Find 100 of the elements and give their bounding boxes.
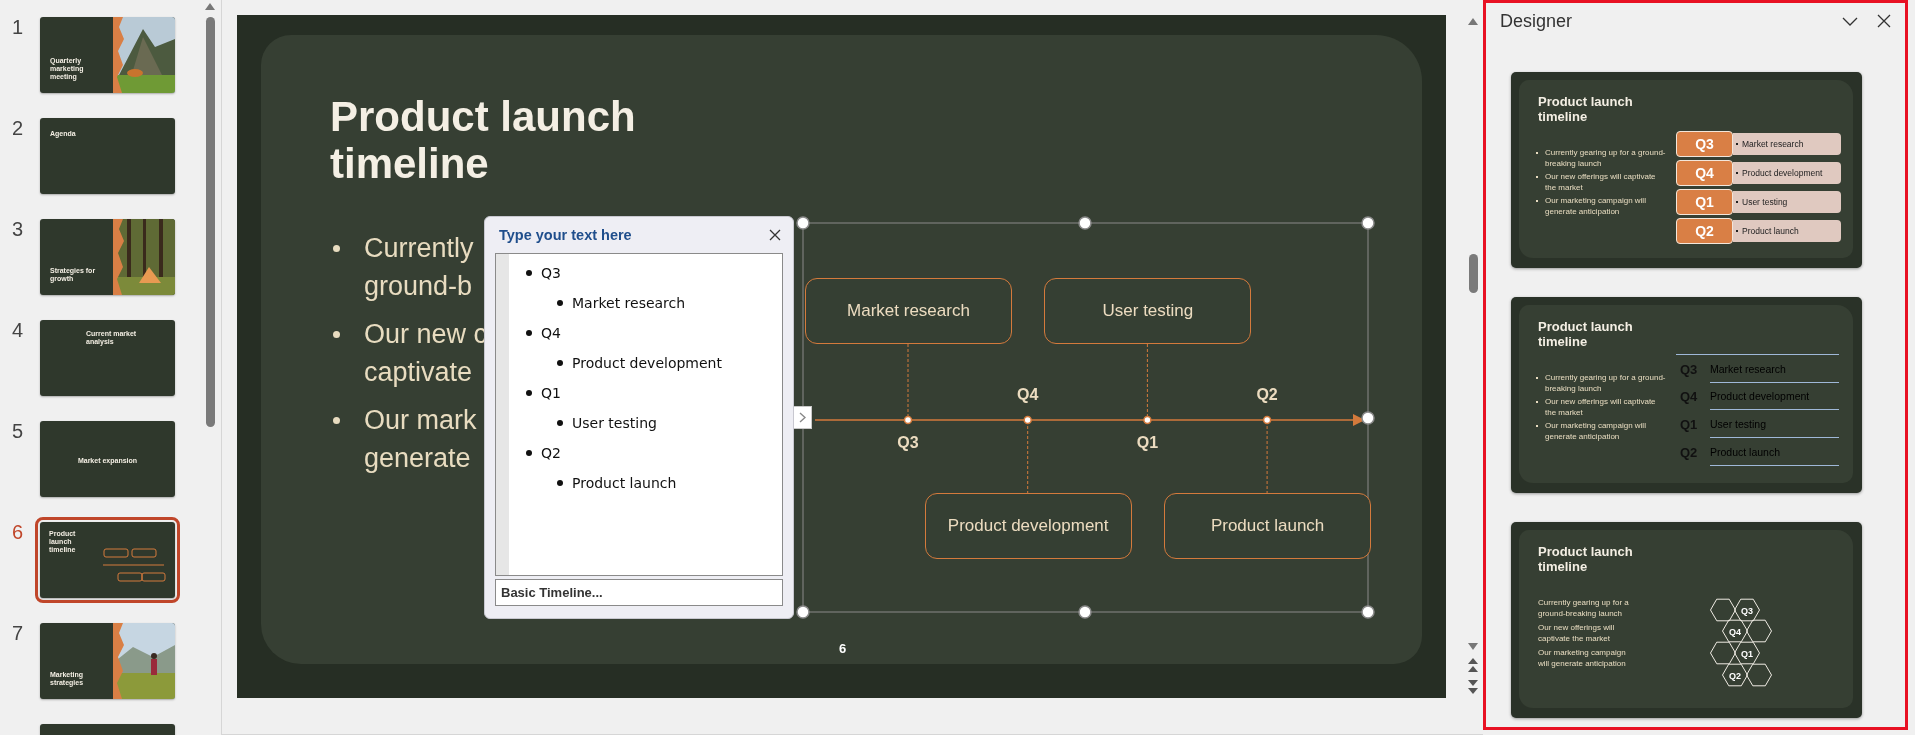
outline-text: Product launch (572, 475, 677, 491)
bullet-text: Our marketing campaign will generate anticipation (1545, 196, 1647, 217)
bullet-text: captivate (364, 356, 474, 389)
bullet-icon (333, 417, 340, 424)
slide-title: Product launch timeline (1538, 544, 1634, 574)
bullet-text: Our new offerings will captivate the market (1545, 172, 1657, 193)
resize-handle[interactable] (796, 216, 810, 230)
page-number: 6 (839, 641, 847, 656)
hexagon-shape (1734, 598, 1760, 622)
pane-title: Type your text here (499, 227, 632, 243)
bullet-icon (557, 360, 563, 366)
bullet-icon (557, 300, 563, 306)
previous-slide-icon (1467, 657, 1479, 673)
milestone-label: Q1 (1135, 433, 1160, 453)
bullet-icon (526, 390, 532, 396)
close-icon (1875, 12, 1893, 30)
slide-title: Product launch timeline (1538, 94, 1634, 124)
timeline-box: Market research (805, 278, 1012, 344)
resize-handle[interactable] (1078, 216, 1092, 230)
outline-text: Q4 (541, 325, 561, 341)
milestone-label: Q2 (1255, 385, 1279, 405)
timeline-box: User testing (1044, 278, 1252, 344)
outline-text: Q3 (541, 265, 561, 281)
slide-number: 1 (11, 17, 25, 37)
resize-handle[interactable] (1361, 411, 1375, 425)
milestone-dot (903, 415, 913, 425)
scroll-up-icon (1467, 17, 1479, 26)
bullet-text: Our marketing campaign will generate anticipation (1538, 648, 1627, 669)
quarter-label: Q2 (1676, 218, 1733, 244)
quarter-label: Q4 (1729, 626, 1741, 637)
bullet-text: Our new offerings will captivate the market (1538, 623, 1616, 644)
milestone-text: Product launch (1742, 226, 1799, 236)
hexagon-shape (1710, 641, 1736, 665)
chevron-right-icon (799, 412, 806, 423)
quarter-label: Q1 (1741, 648, 1753, 659)
bullet-text: Our marketing campaign will generate anticipation (1545, 421, 1647, 442)
outline-text: Q1 (541, 385, 561, 401)
quarter-label: Q3 (1741, 605, 1753, 616)
slide-number: 7 (11, 623, 25, 643)
hexagon-shape (1722, 619, 1748, 643)
design-option[interactable]: Product launch timeline Currently gearing up for a ground-breaking launch Our new offerings will captivate the market Our marketing campaign will generate anticipation Q3 Q4 Q1 Q2 (1511, 522, 1862, 718)
slide-title: Product launch timeline (1538, 319, 1634, 349)
bullet-text: ground-b (364, 270, 474, 303)
scroll-up-icon (204, 2, 216, 11)
bullet-text: generate (364, 442, 472, 475)
timeline-box: Product launch (1164, 493, 1372, 559)
quarter-label: Q3 (1676, 131, 1733, 157)
bullet-icon (333, 331, 340, 338)
milestone-text: Product development (1742, 168, 1823, 178)
layout-link[interactable]: Basic Timeline... (495, 579, 783, 606)
bullet-text: Currently gearing up for a ground-breaking launch (1538, 598, 1630, 619)
bullet-icon (333, 245, 340, 252)
milestone-text: User testing (1710, 410, 1839, 438)
milestone-text: User testing (1742, 197, 1788, 207)
hexagon-shape (1746, 663, 1772, 687)
hexagon-shape (1710, 598, 1736, 622)
milestone-dot (1262, 415, 1272, 425)
bullet-text: Currently gearing up for a ground-breaking launch (1545, 148, 1666, 169)
hexagon-shape (1734, 641, 1760, 665)
slide-title: Product launch timeline (330, 93, 637, 187)
milestone-text: Market research (1710, 355, 1839, 383)
milestone-dot (1143, 415, 1152, 425)
slide-number: 2 (11, 118, 25, 138)
milestone-label: Q4 (1016, 385, 1040, 405)
hexagon-shape (1722, 663, 1748, 687)
text-field[interactable]: Q3 Market research Q4 Product development Q1 User testing Q2 Product launch (495, 253, 783, 576)
close-icon (767, 227, 783, 243)
quarter-label: Q2 (1729, 670, 1741, 681)
milestone-dot (1023, 415, 1032, 425)
outline-text: User testing (572, 415, 657, 431)
slide-number: 4 (11, 320, 25, 340)
timeline-drawing (102, 548, 166, 582)
resize-handle[interactable] (1078, 605, 1092, 619)
resize-handle[interactable] (1361, 216, 1375, 230)
bullet-icon (557, 480, 563, 486)
milestone-text: Product development (1710, 382, 1839, 410)
bullet-text: Our new offerings will captivate the market (1545, 397, 1657, 418)
resize-handle[interactable] (1361, 605, 1375, 619)
bullet-icon (526, 270, 532, 276)
bullet-icon (526, 450, 532, 456)
milestone-text: Product launch (1710, 438, 1839, 466)
outline-text: Q2 (541, 445, 561, 461)
bullet-text: Currently (364, 232, 474, 265)
hexagon-shape (1746, 619, 1772, 643)
close-button[interactable] (1875, 12, 1893, 30)
slide-number: 5 (11, 421, 25, 441)
timeline-box: Product development (924, 493, 1132, 559)
slide-number: 3 (11, 219, 25, 239)
close-button[interactable] (767, 227, 783, 243)
scrollbar-thumb[interactable] (1468, 254, 1478, 293)
milestone-label: Q3 (896, 433, 920, 453)
quarter-label: Q1 (1676, 189, 1733, 215)
scrollbar-thumb[interactable] (205, 17, 215, 427)
next-slide-icon (1467, 679, 1479, 695)
resize-handle[interactable] (796, 605, 810, 619)
bullet-text: Our mark (364, 404, 477, 437)
bullet-icon (557, 420, 563, 426)
outline-text: Market research (572, 295, 686, 311)
slide-number: 6 (11, 522, 25, 542)
milestone-text: Market research (1742, 139, 1804, 149)
